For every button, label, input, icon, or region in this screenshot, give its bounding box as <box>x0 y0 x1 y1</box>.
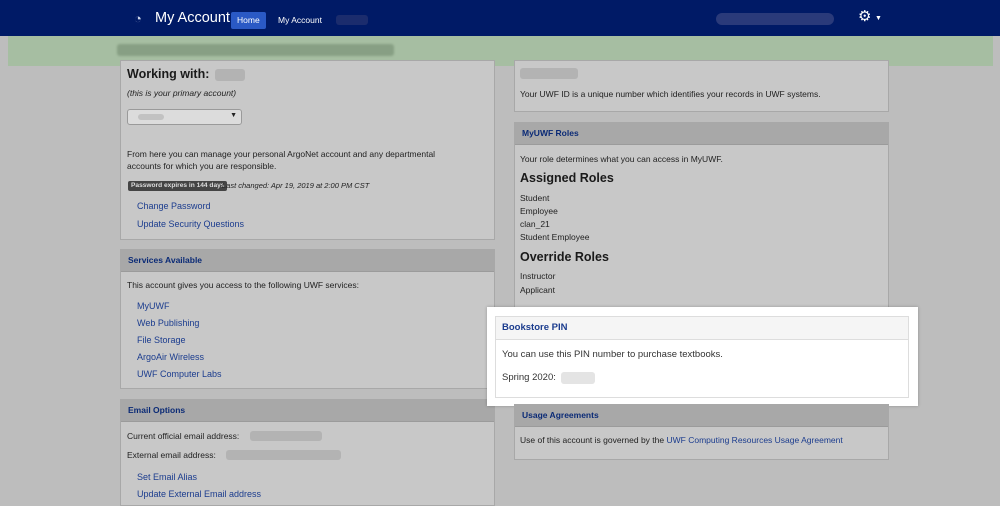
role-item: Student <box>520 193 550 203</box>
top-navbar: ◔ My Account Home My Account ⚙ ▼ <box>0 0 1000 36</box>
password-expiry-badge: Password expires in 144 days <box>128 181 228 191</box>
redacted-nav-link[interactable] <box>336 15 368 25</box>
update-security-questions-link[interactable]: Update Security Questions <box>137 219 244 229</box>
bookstore-pin-panel: Bookstore PIN You can use this PIN numbe… <box>495 316 909 398</box>
account-description-line1: From here you can manage your personal A… <box>127 149 436 159</box>
uwf-id-description: Your UWF ID is a unique number which ide… <box>520 89 821 99</box>
bookstore-pin-description: You can use this PIN number to purchase … <box>502 349 723 360</box>
myuwf-roles-heading: MyUWF Roles <box>515 123 888 145</box>
nav-myaccount-link[interactable]: My Account <box>278 12 322 29</box>
role-item: Employee <box>520 206 558 216</box>
usage-agreement-link[interactable]: UWF Computing Resources Usage Agreement <box>667 435 843 445</box>
redacted-select-value <box>138 114 164 120</box>
role-item: clan_21 <box>520 219 550 229</box>
redacted-account-name <box>215 69 245 81</box>
service-computer-labs-link[interactable]: UWF Computer Labs <box>137 369 222 379</box>
redacted-uwf-id <box>520 68 578 79</box>
redacted-bookstore-pin <box>561 372 595 384</box>
usage-agreements-heading: Usage Agreements <box>515 405 888 427</box>
service-file-storage-link[interactable]: File Storage <box>137 335 186 345</box>
services-intro: This account gives you access to the fol… <box>127 280 359 290</box>
services-heading: Services Available <box>121 250 494 272</box>
set-email-alias-link[interactable]: Set Email Alias <box>137 472 197 482</box>
email-options-heading: Email Options <box>121 400 494 422</box>
bookstore-term-label: Spring 2020: <box>502 372 556 383</box>
roles-intro: Your role determines what you can access… <box>520 154 723 164</box>
role-item: Student Employee <box>520 232 590 242</box>
redacted-external-email <box>226 450 341 460</box>
working-with-title: Working with: <box>127 67 210 81</box>
usage-agreement-prefix: Use of this account is governed by the <box>520 435 665 445</box>
account-select[interactable]: ▼ <box>127 109 242 125</box>
override-role-item: Instructor <box>520 271 556 281</box>
password-last-changed: Last changed: Apr 19, 2019 at 2:00 PM CS… <box>222 181 370 190</box>
primary-account-note: (this is your primary account) <box>127 88 237 98</box>
app-title[interactable]: My Account <box>155 10 230 26</box>
assigned-roles-heading: Assigned Roles <box>520 171 614 185</box>
update-external-email-link[interactable]: Update External Email address <box>137 489 261 499</box>
external-email-label: External email address: <box>127 450 216 460</box>
bookstore-pin-heading: Bookstore PIN <box>496 317 908 340</box>
nav-home-link[interactable]: Home <box>231 12 266 29</box>
change-password-link[interactable]: Change Password <box>137 201 211 211</box>
chevron-down-icon[interactable]: ▼ <box>875 15 882 22</box>
override-roles-heading: Override Roles <box>520 250 609 264</box>
redacted-alert-text <box>117 44 394 56</box>
myuwf-roles-panel: MyUWF Roles <box>514 122 889 317</box>
service-web-publishing-link[interactable]: Web Publishing <box>137 318 199 328</box>
bookstore-pin-card: Bookstore PIN You can use this PIN numbe… <box>487 307 918 406</box>
usage-agreement-text: Use of this account is governed by the U… <box>520 435 843 445</box>
service-argoair-link[interactable]: ArgoAir Wireless <box>137 352 204 362</box>
person-circle-icon: ◔ <box>134 11 142 26</box>
override-role-item: Applicant <box>520 285 555 295</box>
chevron-down-icon: ▼ <box>230 112 237 119</box>
usage-agreements-panel: Usage Agreements <box>514 404 889 460</box>
redacted-current-email <box>250 431 322 441</box>
gear-icon[interactable]: ⚙ <box>858 9 871 25</box>
current-email-label: Current official email address: <box>127 431 240 441</box>
service-myuwf-link[interactable]: MyUWF <box>137 301 170 311</box>
account-description-line2: accounts for which you are responsible. <box>127 161 277 171</box>
redacted-user-name[interactable] <box>716 13 834 25</box>
